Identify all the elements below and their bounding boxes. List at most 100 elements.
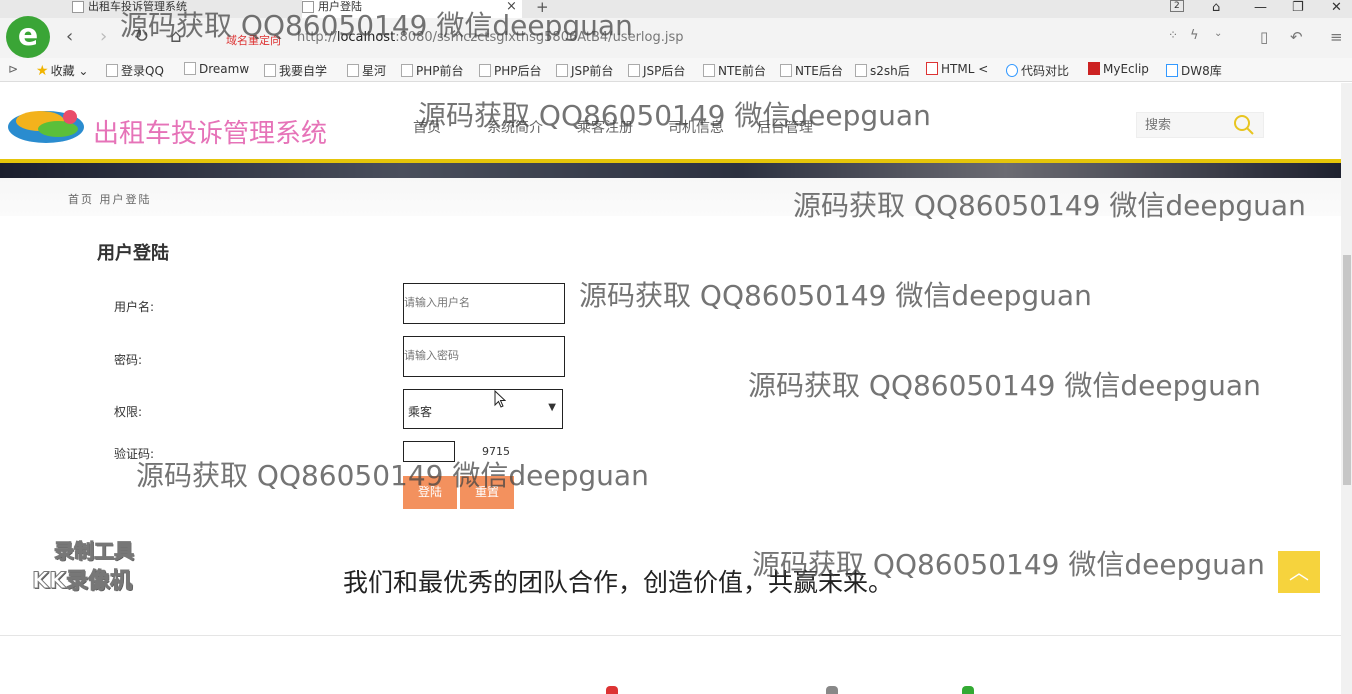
refresh-icon[interactable]: ↻ (134, 26, 149, 47)
back-to-top-button[interactable]: ︿ (1278, 551, 1320, 593)
search-input[interactable] (1145, 116, 1235, 134)
role-select[interactable]: 乘客 ▼ (403, 389, 563, 429)
bookmark-item[interactable]: JSP前台 (556, 62, 613, 79)
bookmark-item[interactable]: 我要自学 (264, 62, 327, 79)
sidebar-toggle-icon[interactable]: ⊳ (8, 62, 18, 76)
tab-bar: 出租车投诉管理系统 用户登陆 × + 2 ⌂ — ❐ ✕ (0, 0, 1352, 18)
password-input[interactable] (404, 349, 562, 362)
nav-home[interactable]: 首页 (413, 117, 441, 137)
window-count-badge[interactable]: 2 (1170, 0, 1184, 12)
star-icon: ★ (36, 63, 49, 79)
breadcrumb: 首页 用户登陆 (68, 193, 152, 206)
page-favicon-icon (72, 1, 84, 13)
page-title: 用户登陆 (97, 243, 169, 264)
page-icon (347, 64, 359, 77)
bookmark-item[interactable]: HTML < (926, 62, 988, 76)
bookmark-item[interactable]: NTE后台 (780, 62, 843, 79)
new-tab-icon[interactable]: + (536, 0, 549, 16)
bookmark-item[interactable]: DW8库 (1166, 62, 1222, 79)
chevron-down-icon[interactable]: ⌄ (1214, 28, 1222, 39)
home-icon[interactable]: ⌂ (170, 26, 181, 47)
role-label: 权限: (114, 405, 143, 419)
bookmark-item[interactable]: 登录QQ (106, 62, 164, 79)
restore-icon[interactable]: ❐ (1292, 0, 1304, 15)
address-bar[interactable]: http://localhost:8080/ssmczctsglxthsg580… (297, 30, 684, 45)
menu-icon[interactable]: ≡ (1330, 28, 1343, 46)
captcha-code[interactable]: 9715 (482, 445, 510, 458)
site-title: 出租车投诉管理系统 (93, 119, 328, 149)
undo-icon[interactable]: ↶ (1290, 28, 1303, 46)
search-icon[interactable] (1233, 114, 1255, 136)
dropdown-arrow-icon: ▼ (548, 402, 556, 413)
window-close-icon[interactable]: ✕ (1331, 0, 1342, 15)
web-page: 出租车投诉管理系统 首页 系统简介 乘客注册 司机信息 后台管理 首页 用户登陆… (0, 83, 1341, 694)
bookmark-item[interactable]: s2sh后 (855, 62, 910, 79)
html-icon (926, 62, 938, 75)
page-icon (703, 64, 715, 77)
page-icon (401, 64, 413, 77)
bookmarks-bar: ⊳ ★ 收藏 ⌄ 登录QQ Dreamw 我要自学 星河 PHP前台 PHP后台 … (0, 58, 1352, 82)
back-icon[interactable]: ‹ (66, 26, 73, 47)
bookmark-item[interactable]: 代码对比 (1006, 62, 1069, 79)
paw-icon (1166, 64, 1178, 77)
url-host: localhost (336, 30, 396, 45)
url-prefix: http:// (297, 30, 337, 45)
partner-logo-icon (606, 686, 618, 694)
url-path: :8080/ssmczctsglxthsg5806AtB4/userlog.js… (395, 30, 684, 45)
login-button[interactable]: 登陆 (403, 476, 457, 509)
page-icon (780, 64, 792, 77)
username-input[interactable] (404, 296, 562, 309)
recorder-line1: 录制工具 (54, 539, 135, 564)
apps-grid-icon[interactable]: ⁘ (1168, 28, 1178, 42)
qq-icon (106, 64, 118, 77)
close-tab-icon[interactable]: × (506, 0, 517, 14)
bookmark-item[interactable]: Dreamw (184, 62, 249, 76)
role-selected-value: 乘客 (408, 405, 433, 419)
tab-login[interactable]: 用户登陆 (302, 0, 522, 18)
shirt-icon[interactable]: ⌂ (1212, 0, 1220, 15)
banner-image (0, 163, 1341, 178)
nav-driver-info[interactable]: 司机信息 (668, 117, 724, 137)
bookmark-item[interactable]: 星河 (347, 62, 386, 79)
chevron-up-icon: ︿ (1289, 560, 1309, 584)
username-label: 用户名: (114, 300, 155, 314)
tab-home[interactable]: 出租车投诉管理系统 (72, 0, 282, 18)
lightning-icon[interactable]: ϟ (1190, 28, 1199, 43)
bookmark-item[interactable]: PHP前台 (401, 62, 464, 79)
bookmark-item[interactable]: JSP后台 (628, 62, 685, 79)
nav-admin[interactable]: 后台管理 (757, 117, 813, 137)
bookmark-item[interactable]: PHP后台 (479, 62, 542, 79)
password-field-box (403, 336, 565, 377)
page-icon (628, 64, 640, 77)
bookmark-favorites[interactable]: ★ 收藏 ⌄ (36, 62, 88, 79)
browser-logo-icon: e (6, 16, 50, 58)
breadcrumb-bar (0, 178, 1341, 216)
page-favicon-icon (302, 1, 314, 13)
nav-about[interactable]: 系统简介 (487, 117, 543, 137)
recorder-line2: KK录像机 (31, 569, 133, 595)
page-icon (479, 64, 491, 77)
captcha-label: 验证码: (114, 447, 155, 461)
captcha-input[interactable] (403, 441, 455, 462)
reader-icon[interactable]: ▯ (1260, 28, 1268, 46)
forward-icon[interactable]: › (100, 26, 107, 47)
nav-passenger-register[interactable]: 乘客注册 (577, 117, 633, 137)
tab-label: 用户登陆 (318, 0, 362, 13)
myeclipse-icon (1088, 62, 1100, 75)
site-logo-icon (8, 110, 84, 143)
recorder-badge: 录制工具 KK录像机 (30, 533, 170, 595)
username-field-box (403, 283, 565, 324)
footer-slogan: 我们和最优秀的团队合作，创造价值，共赢未来。 (343, 568, 894, 597)
navigation-bar: e ‹ › ↻ ⌂ 域名重定向 http://localhost:8080/ss… (0, 16, 1352, 58)
dreamweaver-icon (184, 62, 196, 75)
partner-logo-icon (962, 686, 974, 694)
password-label: 密码: (114, 353, 143, 367)
redirect-notice: 域名重定向 (226, 34, 281, 47)
bookmark-item[interactable]: MyEclip (1088, 62, 1149, 76)
minimize-icon[interactable]: — (1254, 0, 1267, 15)
bookmark-page-icon (264, 64, 276, 77)
bookmark-item[interactable]: NTE前台 (703, 62, 766, 79)
compare-icon (1006, 64, 1018, 77)
reset-button[interactable]: 重置 (460, 476, 514, 509)
scrollbar-thumb[interactable] (1343, 255, 1351, 485)
